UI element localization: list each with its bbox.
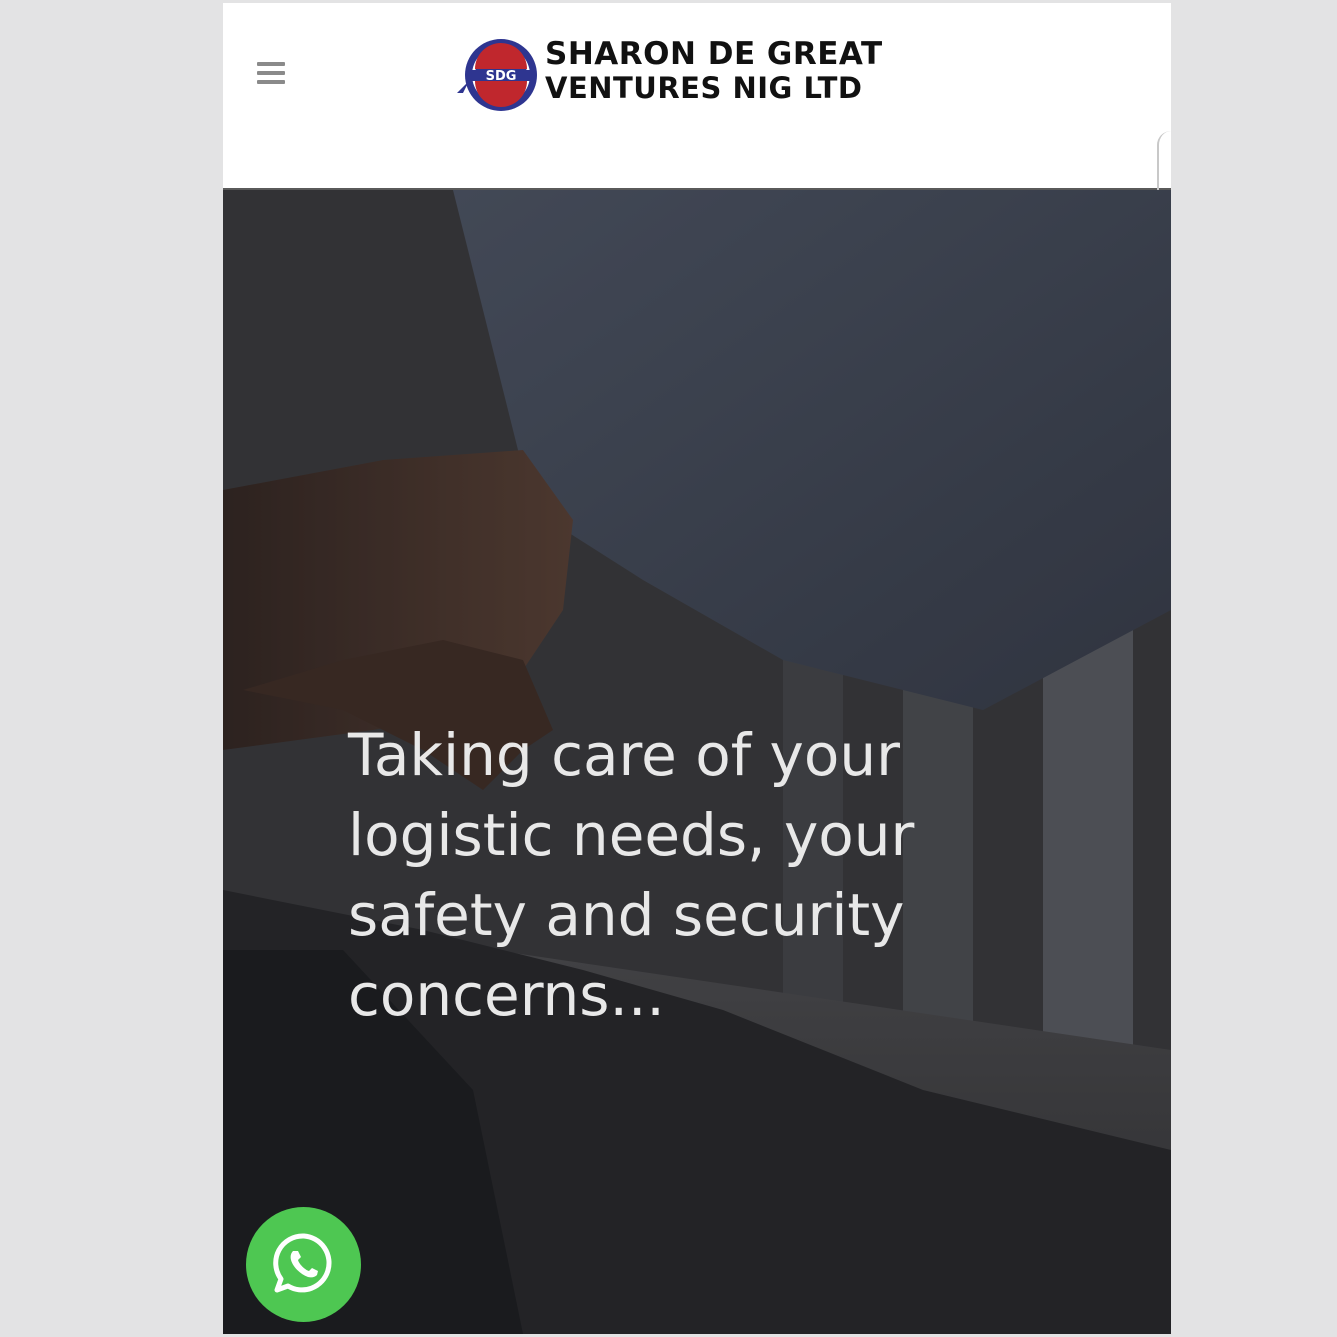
hero-banner: Taking care of your logistic needs, your… xyxy=(223,190,1171,1334)
company-logo[interactable]: SDG SHARON DE GREAT VENTURES NIG LTD xyxy=(455,33,885,117)
svg-text:SDG: SDG xyxy=(486,69,517,84)
site-header: SDG SHARON DE GREAT VENTURES NIG LTD xyxy=(223,3,1171,521)
mobile-screen: SDG SHARON DE GREAT VENTURES NIG LTD Tak… xyxy=(223,3,1171,1334)
hamburger-menu-icon[interactable] xyxy=(253,60,287,88)
menu-bar xyxy=(257,80,285,84)
logo-line-1: SHARON DE GREAT xyxy=(545,36,883,72)
logo-emblem-icon: SDG xyxy=(457,39,537,111)
logo-text: SHARON DE GREAT VENTURES NIG LTD xyxy=(545,37,883,105)
menu-bar xyxy=(257,62,285,66)
whatsapp-icon xyxy=(273,1233,332,1293)
logo-line-2: VENTURES NIG LTD xyxy=(545,71,863,105)
whatsapp-chat-button[interactable] xyxy=(246,1207,361,1322)
hero-tagline: Taking care of your logistic needs, your… xyxy=(348,721,915,1029)
menu-bar xyxy=(257,71,285,75)
